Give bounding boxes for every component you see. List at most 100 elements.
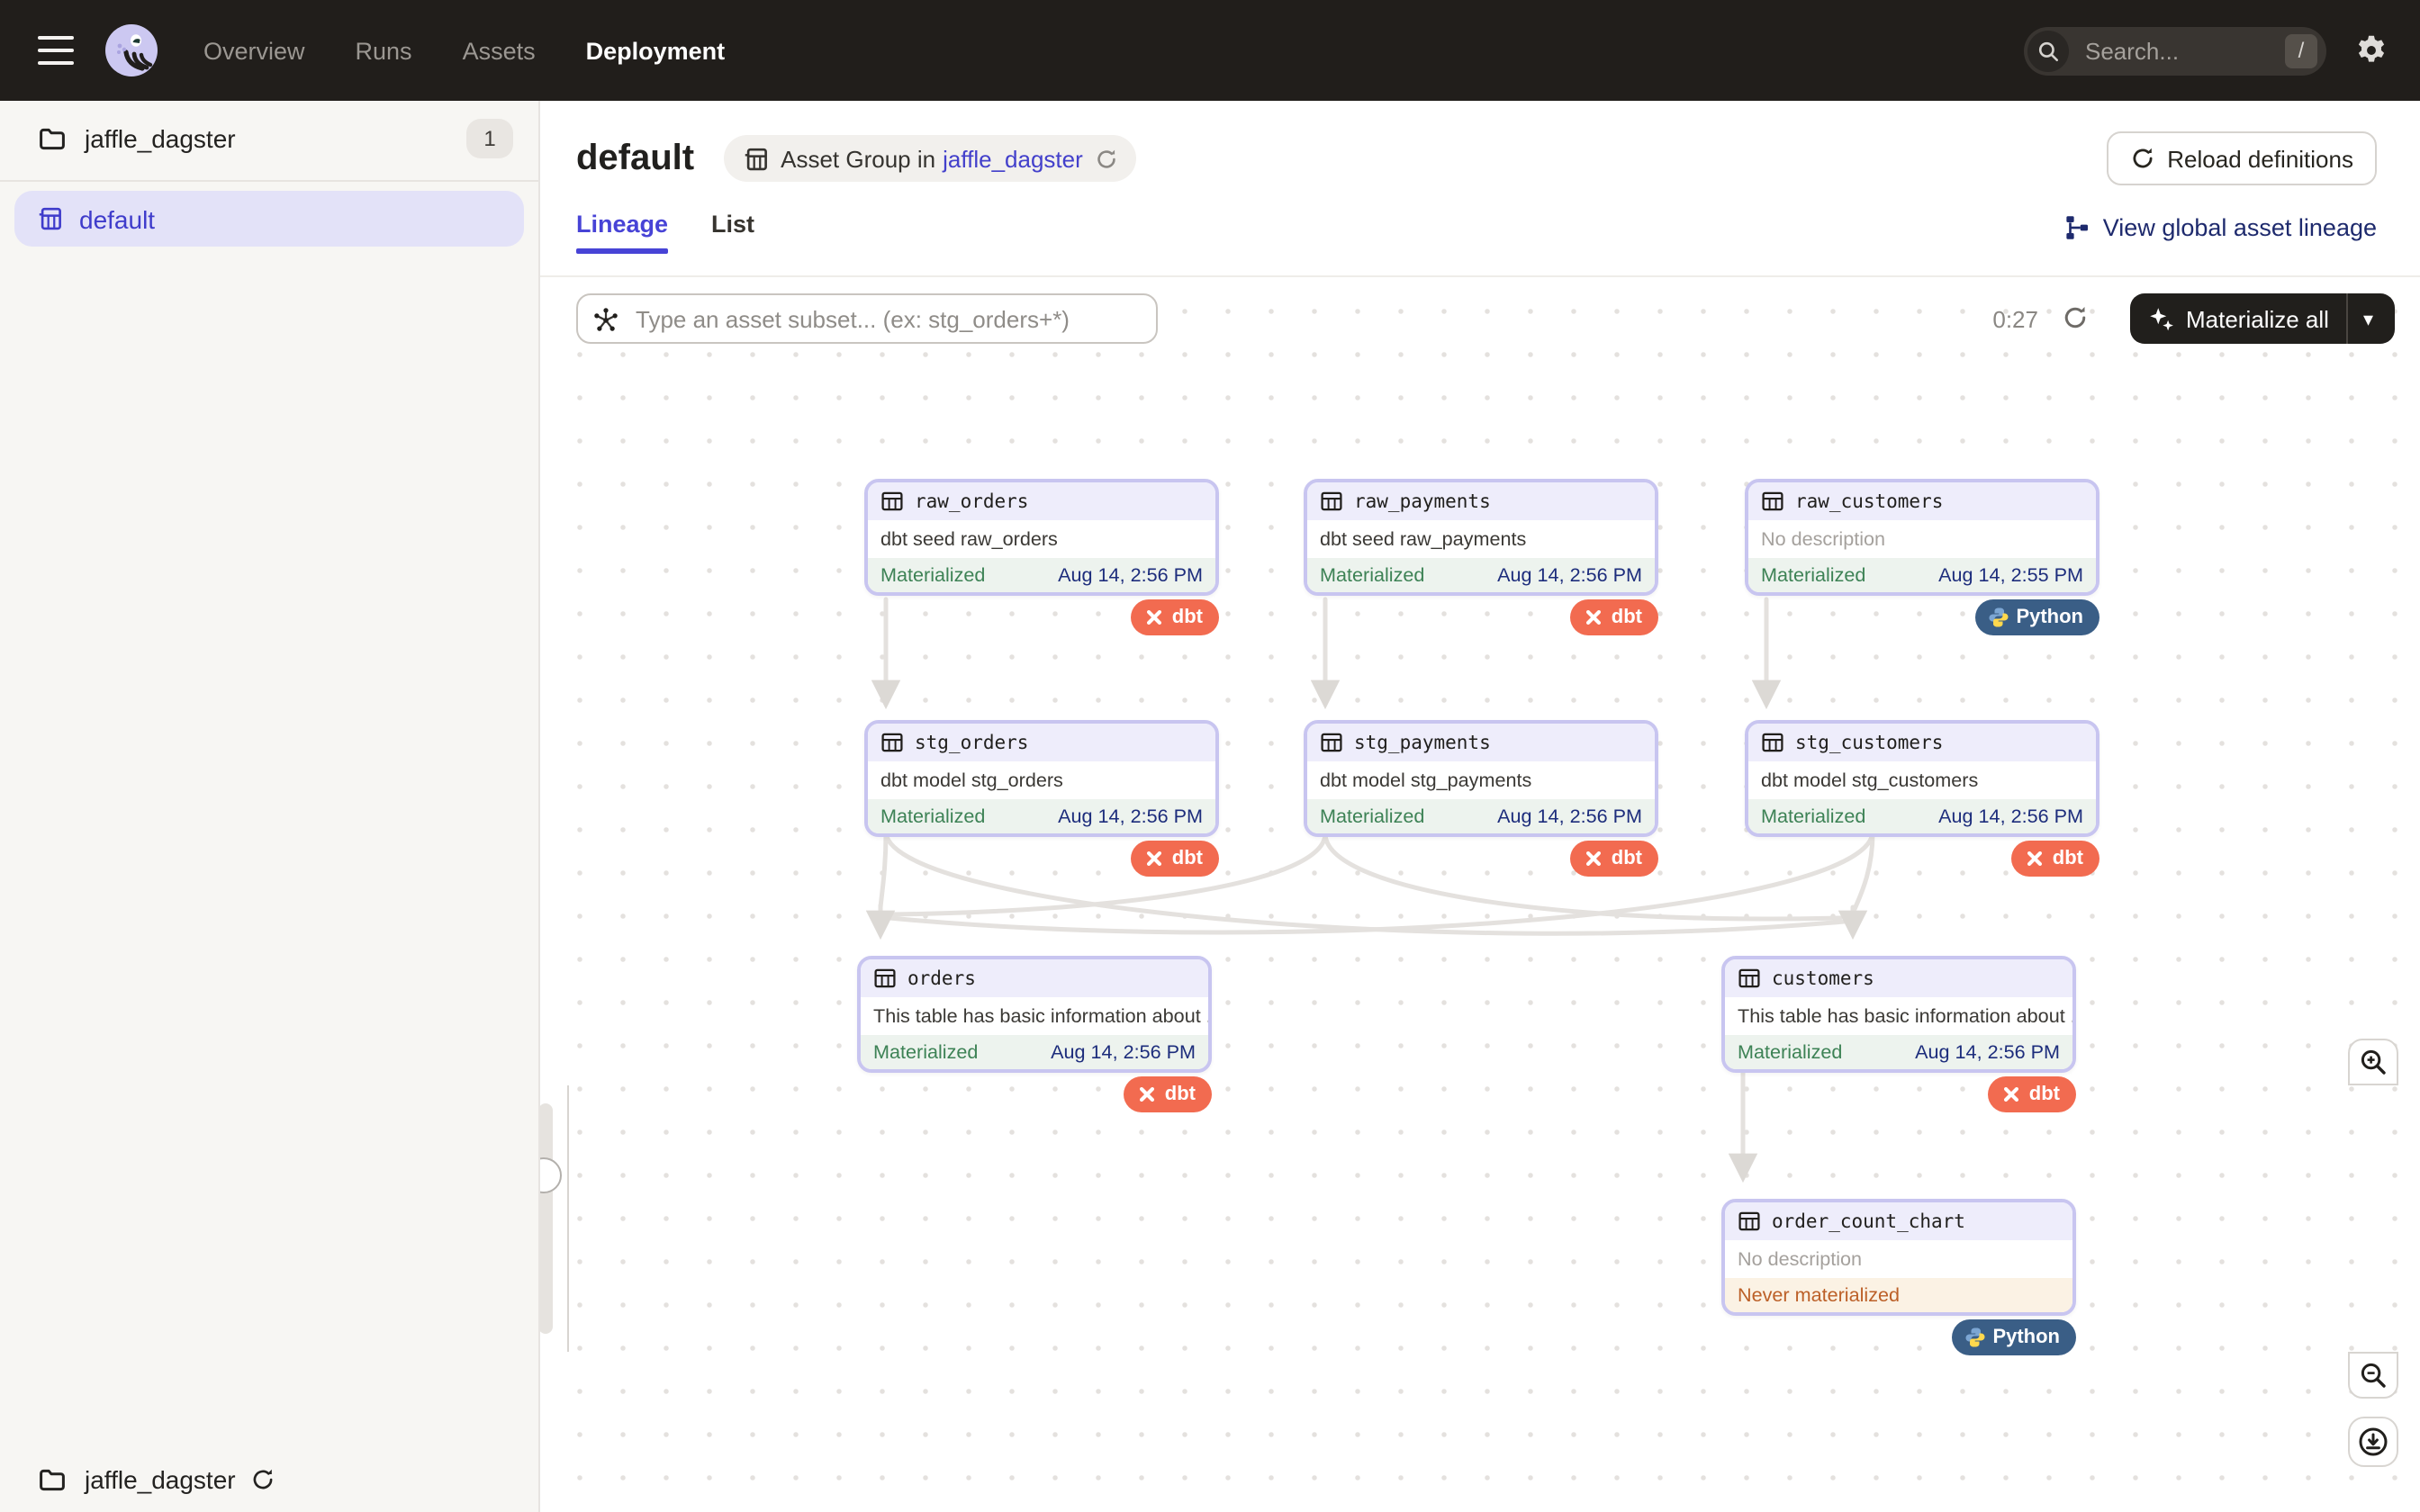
sidebar-item-jaffle-dagster[interactable]: jaffle_dagster 1 (0, 101, 538, 176)
chevron-down-icon[interactable]: ▾ (2363, 307, 2373, 330)
nav-link-overview[interactable]: Overview (203, 37, 305, 64)
zoom-out-button[interactable] (2348, 1352, 2398, 1399)
dbt-logo-icon (1143, 607, 1165, 628)
asset-timestamp[interactable]: Aug 14, 2:56 PM (1938, 806, 2083, 827)
search-input[interactable] (2081, 35, 2265, 66)
asset-node[interactable]: raw_payments dbt seed raw_payments Mater… (1304, 479, 1658, 596)
asset-order-count-chart: order_count_chart No description Never m… (1721, 1199, 2076, 1316)
nav-link-runs[interactable]: Runs (356, 37, 412, 64)
asset-timestamp[interactable]: Aug 14, 2:55 PM (1938, 564, 2083, 586)
asset-description: No description (1725, 1240, 2072, 1278)
badge-label: Python (1992, 1327, 2060, 1348)
asset-raw-orders: raw_orders dbt seed raw_orders Materiali… (864, 479, 1219, 596)
search-box[interactable]: / (2024, 26, 2326, 75)
dbt-badge[interactable]: dbt (1131, 841, 1219, 877)
dbt-logo-icon (1136, 1084, 1158, 1105)
reload-definitions-button[interactable]: Reload definitions (2106, 131, 2377, 185)
gear-icon[interactable] (2355, 34, 2388, 67)
search-shortcut-badge: / (2285, 33, 2317, 68)
asset-name: stg_orders (915, 732, 1028, 753)
asset-timestamp[interactable]: Aug 14, 2:56 PM (1497, 564, 1642, 586)
dbt-badge[interactable]: dbt (1124, 1076, 1212, 1112)
badge-label: dbt (2053, 848, 2083, 869)
lineage-icon (2063, 213, 2090, 240)
reload-icon (2129, 146, 2154, 171)
asset-subset-input[interactable] (632, 303, 1125, 334)
asset-description: This table has basic information about .… (1725, 997, 2072, 1035)
dbt-badge[interactable]: dbt (2011, 841, 2099, 877)
search-icon (2027, 30, 2069, 71)
sidebar-footer-jaffle-dagster[interactable]: jaffle_dagster (0, 1447, 538, 1512)
asset-name: order_count_chart (1772, 1210, 1965, 1232)
asset-status: Never materialized (1738, 1284, 1900, 1306)
dagster-logo-icon[interactable] (103, 22, 160, 79)
asset-timestamp[interactable]: Aug 14, 2:56 PM (1497, 806, 1642, 827)
nav-link-deployment[interactable]: Deployment (586, 37, 726, 64)
dbt-badge[interactable]: dbt (1570, 599, 1658, 635)
nav-link-assets[interactable]: Assets (463, 37, 536, 64)
asset-description: dbt seed raw_payments (1307, 520, 1655, 558)
dbt-badge[interactable]: dbt (1131, 599, 1219, 635)
asset-description: dbt model stg_orders (868, 761, 1215, 799)
zoom-slider[interactable] (540, 1085, 569, 1352)
asset-status: Materialized (1738, 1041, 1842, 1063)
asset-name: raw_customers (1795, 490, 1943, 512)
asset-node[interactable]: stg_orders dbt model stg_orders Material… (864, 720, 1219, 837)
tab-lineage[interactable]: Lineage (576, 211, 668, 254)
python-badge[interactable]: Python (1951, 1319, 2076, 1355)
asset-customers: customers This table has basic informati… (1721, 956, 2076, 1073)
refresh-icon[interactable] (2062, 304, 2089, 340)
asset-status: Materialized (1761, 806, 1865, 827)
zoom-slider-track[interactable] (540, 1103, 553, 1334)
table-icon (880, 731, 904, 754)
materialize-all-button[interactable]: Materialize all ▾ (2130, 293, 2395, 344)
asset-status: Materialized (873, 1041, 978, 1063)
reload-definitions-label: Reload definitions (2167, 145, 2353, 172)
sidebar: jaffle_dagster 1 default jaffle_dagster (0, 101, 540, 1512)
dbt-badge[interactable]: dbt (1570, 841, 1658, 877)
view-global-asset-lineage-link[interactable]: View global asset lineage (2063, 213, 2377, 240)
lineage-edges (540, 277, 2420, 1512)
zoom-in-button[interactable] (2348, 1039, 2398, 1085)
asset-node[interactable]: order_count_chart No description Never m… (1721, 1199, 2076, 1316)
lineage-canvas[interactable]: 0:27 Materialize all ▾ raw_orders dbt se… (540, 277, 2420, 1512)
asset-timestamp[interactable]: Aug 14, 2:56 PM (1051, 1041, 1196, 1063)
asset-node[interactable]: orders This table has basic information … (857, 956, 1212, 1073)
badge-label: dbt (1172, 848, 1203, 869)
reload-icon[interactable] (250, 1467, 275, 1492)
menu-icon[interactable] (38, 36, 74, 65)
asset-timestamp[interactable]: Aug 14, 2:56 PM (1915, 1041, 2060, 1063)
table-icon (873, 967, 897, 990)
asset-node[interactable]: customers This table has basic informati… (1721, 956, 2076, 1073)
sidebar-item-default[interactable]: default (14, 191, 524, 247)
dbt-logo-icon (1143, 848, 1165, 869)
asset-timestamp[interactable]: Aug 14, 2:56 PM (1058, 564, 1203, 586)
zoom-slider-handle[interactable] (540, 1157, 562, 1193)
asset-subset-filter[interactable] (576, 293, 1158, 344)
asset-stg-orders: stg_orders dbt model stg_orders Material… (864, 720, 1219, 837)
context-link-jaffle-dagster[interactable]: jaffle_dagster (943, 145, 1083, 172)
reload-icon[interactable] (1096, 147, 1119, 170)
lineage-toolbar: 0:27 Materialize all ▾ (540, 277, 2420, 360)
asset-node[interactable]: raw_customers No description Materialize… (1745, 479, 2099, 596)
table-icon (1761, 490, 1784, 513)
download-view-button[interactable] (2348, 1417, 2398, 1467)
python-badge[interactable]: Python (1974, 599, 2099, 635)
asset-node[interactable]: stg_payments dbt model stg_payments Mate… (1304, 720, 1658, 837)
tab-list[interactable]: List (711, 211, 754, 254)
asset-status: Materialized (1761, 564, 1865, 586)
asset-node[interactable]: stg_customers dbt model stg_customers Ma… (1745, 720, 2099, 837)
badge-label: dbt (1612, 607, 1642, 628)
table-icon (1320, 490, 1343, 513)
dbt-logo-icon (2024, 848, 2045, 869)
badge-label: dbt (1172, 607, 1203, 628)
asset-name: raw_orders (915, 490, 1028, 512)
asset-timestamp[interactable]: Aug 14, 2:56 PM (1058, 806, 1203, 827)
download-icon (2357, 1426, 2389, 1458)
context-prefix: Asset Group in (781, 145, 935, 172)
folder-icon (38, 1465, 67, 1494)
asset-node[interactable]: raw_orders dbt seed raw_orders Materiali… (864, 479, 1219, 596)
sidebar-project-label: jaffle_dagster (85, 124, 236, 153)
asset-raw-payments: raw_payments dbt seed raw_payments Mater… (1304, 479, 1658, 596)
dbt-badge[interactable]: dbt (1988, 1076, 2076, 1112)
